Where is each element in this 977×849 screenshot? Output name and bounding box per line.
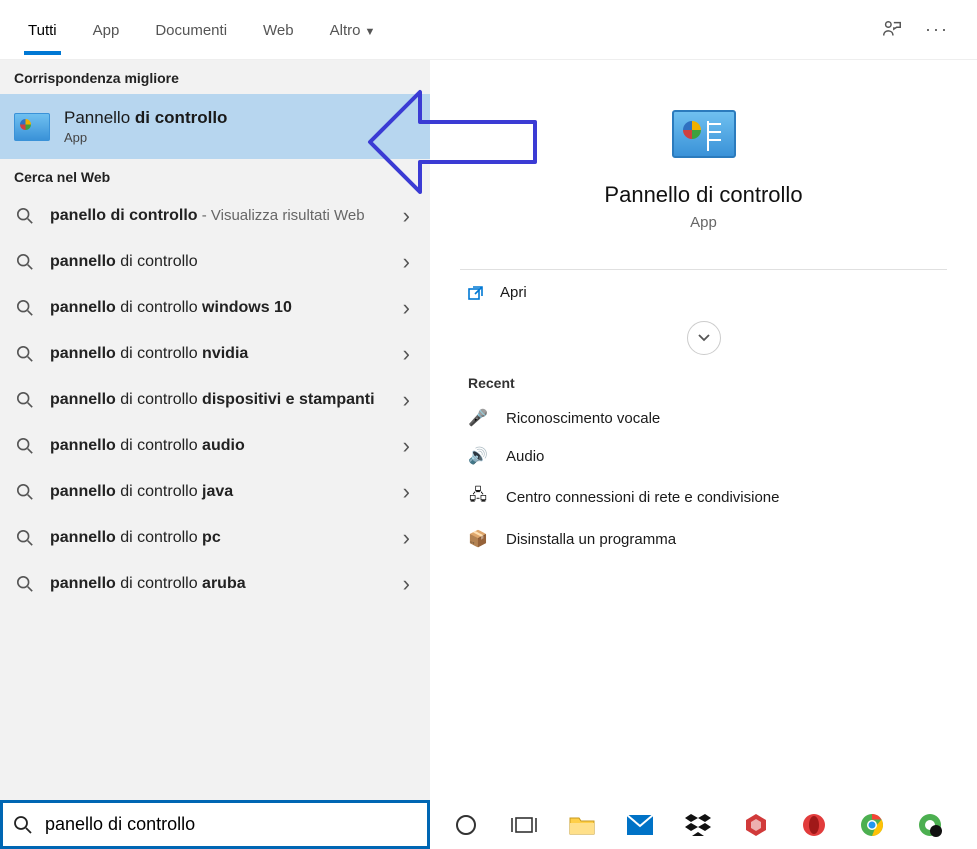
best-match-result[interactable]: Pannello di controllo App (0, 94, 430, 159)
tab-all[interactable]: Tutti (10, 4, 75, 55)
suggestion-text: pannello di controllo windows 10 (50, 299, 383, 317)
recent-item[interactable]: 🖧 Centro connessioni di rete e condivisio… (430, 475, 977, 520)
search-icon (14, 437, 36, 455)
search-icon (14, 253, 36, 271)
web-suggestion[interactable]: panello di controllo - Visualizza risult… (0, 193, 430, 239)
task-view-icon[interactable] (510, 811, 538, 839)
suggestion-text: pannello di controllo java (50, 483, 383, 501)
web-suggestion[interactable]: pannello di controllo windows 10 › (0, 285, 430, 331)
best-match-subtitle: App (64, 130, 227, 145)
recent-item-label: Disinstalla un programma (506, 531, 676, 548)
search-icon (14, 483, 36, 501)
chevron-right-icon: › (397, 525, 416, 551)
best-match-title: Pannello di controllo (64, 108, 227, 128)
ellipsis-icon[interactable]: ··· (925, 19, 949, 40)
preview-pane: Pannello di controllo App Apri Recent 🎤 R… (430, 60, 977, 800)
chevron-right-icon: › (397, 341, 416, 367)
open-label: Apri (500, 284, 527, 301)
open-action[interactable]: Apri (430, 270, 977, 315)
tab-documents[interactable]: Documenti (137, 4, 245, 55)
tab-apps[interactable]: App (75, 4, 138, 55)
recent-item-label: Riconoscimento vocale (506, 410, 660, 427)
preview-title: Pannello di controllo (460, 182, 947, 208)
cortana-icon[interactable] (452, 811, 480, 839)
taskbar (430, 800, 977, 849)
web-suggestion[interactable]: pannello di controllo audio › (0, 423, 430, 469)
recent-item-label: Centro connessioni di rete e condivision… (506, 489, 780, 506)
preview-subtitle: App (460, 214, 947, 231)
section-best-match: Corrispondenza migliore (0, 60, 430, 94)
control-panel-icon (672, 110, 736, 158)
suggestion-text: pannello di controllo audio (50, 437, 383, 455)
web-suggestion[interactable]: pannello di controllo pc › (0, 515, 430, 561)
chevron-right-icon: › (397, 295, 416, 321)
chevron-right-icon: › (397, 479, 416, 505)
chrome-canary-icon[interactable] (916, 811, 944, 839)
search-icon (13, 815, 33, 835)
suggestion-text: pannello di controllo pc (50, 529, 383, 547)
web-suggestion[interactable]: pannello di controllo aruba › (0, 561, 430, 607)
recent-item-icon: 🖧 (468, 484, 488, 511)
recent-item-icon: 🔊 (468, 446, 488, 466)
opera-icon[interactable] (800, 811, 828, 839)
recent-item-icon: 🎤 (468, 408, 488, 428)
chevron-right-icon: › (397, 571, 416, 597)
chevron-right-icon: › (397, 433, 416, 459)
recent-item[interactable]: 🔊 Audio (430, 437, 977, 475)
suggestion-text: panello di controllo - Visualizza risult… (50, 207, 383, 225)
section-recent: Recent (430, 375, 977, 399)
tab-more[interactable]: Altro▼ (312, 4, 394, 55)
amd-icon[interactable] (742, 811, 770, 839)
web-suggestion[interactable]: pannello di controllo nvidia › (0, 331, 430, 377)
feedback-icon[interactable] (881, 19, 903, 41)
chevron-right-icon: › (397, 203, 416, 229)
tab-web[interactable]: Web (245, 4, 312, 55)
web-suggestion[interactable]: pannello di controllo dispositivi e stam… (0, 377, 430, 423)
suggestion-text: pannello di controllo dispositivi e stam… (50, 391, 383, 409)
web-suggestion[interactable]: pannello di controllo java › (0, 469, 430, 515)
search-input[interactable] (45, 814, 417, 835)
recent-item-icon: 📦 (468, 529, 488, 549)
search-icon (14, 207, 36, 225)
search-filter-tabs: Tutti App Documenti Web Altro▼ ··· (0, 0, 977, 60)
chevron-right-icon: › (397, 249, 416, 275)
chevron-down-icon: ▼ (364, 26, 375, 38)
search-icon (14, 345, 36, 363)
chrome-icon[interactable] (858, 811, 886, 839)
search-icon (14, 575, 36, 593)
suggestion-text: pannello di controllo aruba (50, 575, 383, 593)
web-suggestion[interactable]: pannello di controllo › (0, 239, 430, 285)
search-icon (14, 391, 36, 409)
search-icon (14, 299, 36, 317)
recent-item[interactable]: 📦 Disinstalla un programma (430, 520, 977, 558)
expand-button[interactable] (687, 321, 721, 355)
suggestion-text: pannello di controllo (50, 253, 383, 271)
file-explorer-icon[interactable] (568, 811, 596, 839)
chevron-right-icon: › (397, 387, 416, 413)
tab-more-label: Altro (330, 22, 361, 39)
section-web-search: Cerca nel Web (0, 159, 430, 193)
recent-item[interactable]: 🎤 Riconoscimento vocale (430, 399, 977, 437)
recent-item-label: Audio (506, 448, 544, 465)
open-icon (468, 285, 484, 301)
suggestion-text: pannello di controllo nvidia (50, 345, 383, 363)
mail-icon[interactable] (626, 811, 654, 839)
results-list: Corrispondenza migliore Pannello di cont… (0, 60, 430, 800)
search-icon (14, 529, 36, 547)
control-panel-icon (14, 113, 50, 141)
search-box[interactable] (0, 800, 430, 849)
dropbox-icon[interactable] (684, 811, 712, 839)
